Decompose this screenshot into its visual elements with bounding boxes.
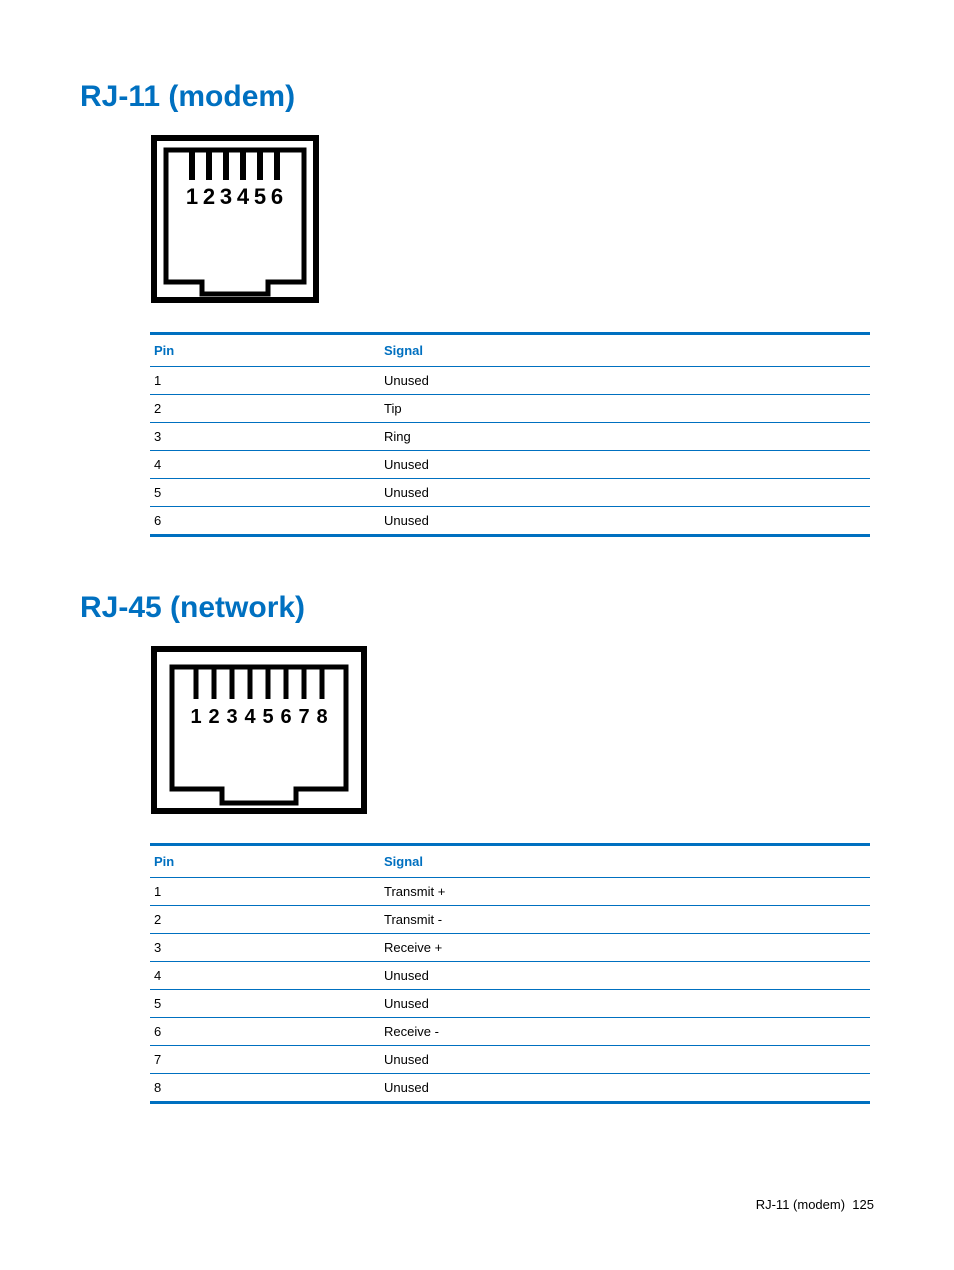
cell-signal: Unused [380,1046,870,1074]
col-header-signal: Signal [380,334,870,367]
cell-pin: 3 [150,934,380,962]
table-row: 4Unused [150,451,870,479]
table-row: 5Unused [150,479,870,507]
cell-signal: Unused [380,1074,870,1103]
rj11-jack-diagram: 1 2 3 4 5 6 [150,134,874,304]
cell-signal: Unused [380,962,870,990]
table-row: 5Unused [150,990,870,1018]
table-row: 7Unused [150,1046,870,1074]
page-footer: RJ-11 (modem) 125 [756,1197,874,1212]
col-header-pin: Pin [150,334,380,367]
pin-label: 6 [271,184,283,209]
cell-pin: 1 [150,367,380,395]
cell-signal: Unused [380,507,870,536]
table-row: 3Receive + [150,934,870,962]
rj45-pinout-table: Pin Signal 1Transmit + 2Transmit - 3Rece… [150,843,870,1104]
pin-label: 2 [208,706,219,728]
table-row: 8Unused [150,1074,870,1103]
pin-label: 1 [190,706,201,728]
table-row: 6Receive - [150,1018,870,1046]
pin-label: 2 [203,184,215,209]
table-row: 2Transmit - [150,906,870,934]
section-heading-rj45: RJ-45 (network) [80,591,874,625]
pin-label: 4 [237,184,250,209]
pin-label: 7 [298,706,309,728]
section-heading-rj11: RJ-11 (modem) [80,80,874,114]
cell-pin: 2 [150,395,380,423]
cell-pin: 8 [150,1074,380,1103]
cell-signal: Unused [380,367,870,395]
cell-signal: Ring [380,423,870,451]
cell-pin: 3 [150,423,380,451]
rj11-pinout-table: Pin Signal 1Unused 2Tip 3Ring 4Unused 5U… [150,332,870,537]
pin-label: 5 [254,184,266,209]
rj11-jack-icon: 1 2 3 4 5 6 [150,134,320,304]
footer-section-name: RJ-11 (modem) [756,1197,845,1212]
pin-label: 3 [220,184,232,209]
cell-signal: Transmit - [380,906,870,934]
cell-pin: 5 [150,479,380,507]
rj45-jack-diagram: 1 2 3 4 5 6 7 8 [150,645,874,815]
cell-signal: Unused [380,990,870,1018]
pin-label: 5 [262,706,273,728]
table-row: 4Unused [150,962,870,990]
col-header-signal: Signal [380,845,870,878]
table-row: 1Transmit + [150,878,870,906]
cell-pin: 4 [150,962,380,990]
cell-pin: 4 [150,451,380,479]
pin-label: 8 [316,706,327,728]
cell-pin: 2 [150,906,380,934]
pin-label: 4 [244,706,256,728]
cell-pin: 1 [150,878,380,906]
cell-signal: Transmit + [380,878,870,906]
pin-label: 6 [280,706,291,728]
cell-signal: Receive - [380,1018,870,1046]
table-row: 6Unused [150,507,870,536]
table-row: 3Ring [150,423,870,451]
pin-label: 1 [186,184,198,209]
table-row: 1Unused [150,367,870,395]
cell-pin: 6 [150,1018,380,1046]
cell-signal: Receive + [380,934,870,962]
footer-page-number: 125 [852,1197,874,1212]
cell-pin: 6 [150,507,380,536]
cell-signal: Unused [380,451,870,479]
cell-signal: Tip [380,395,870,423]
cell-signal: Unused [380,479,870,507]
rj45-jack-icon: 1 2 3 4 5 6 7 8 [150,645,368,815]
col-header-pin: Pin [150,845,380,878]
cell-pin: 7 [150,1046,380,1074]
table-row: 2Tip [150,395,870,423]
pin-label: 3 [226,706,237,728]
cell-pin: 5 [150,990,380,1018]
